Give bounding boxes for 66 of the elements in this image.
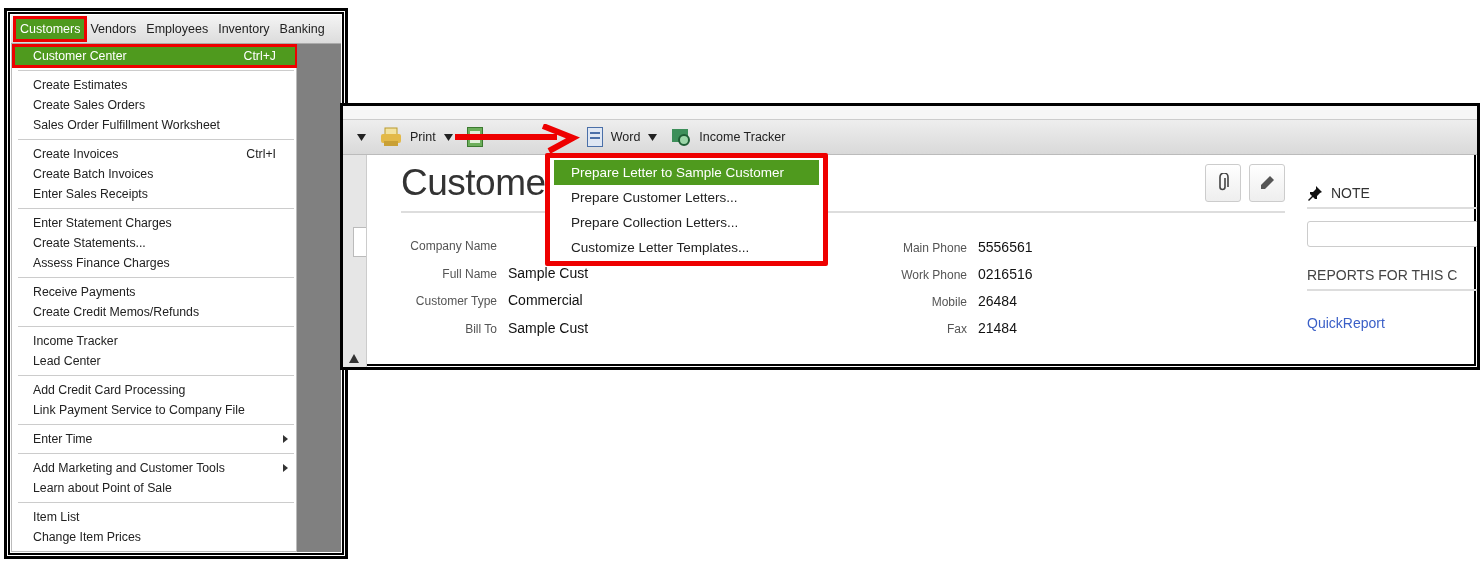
document-icon	[586, 127, 603, 147]
toolbar-button[interactable]: Income Tracker	[671, 127, 786, 147]
menu-bar-item[interactable]: Vendors	[85, 18, 142, 40]
note-heading: NOTE	[1331, 185, 1370, 201]
pin-icon	[1307, 185, 1323, 201]
scroll-up-icon[interactable]	[349, 354, 359, 363]
field-label: Mobile	[930, 295, 967, 309]
pencil-icon	[1258, 174, 1276, 192]
field-label: Bill To	[464, 321, 497, 336]
menu-bar-item[interactable]: Banking	[274, 18, 330, 40]
menu-item[interactable]: Add Credit Card Processing	[14, 380, 296, 400]
menu-item[interactable]: Income Tracker	[14, 331, 296, 351]
menu-item[interactable]: Customize Letter Templates...	[554, 235, 819, 260]
field-value: Commercial	[508, 292, 584, 308]
menu-item[interactable]: Customer Center Ctrl+J	[14, 46, 296, 66]
printer-icon	[380, 127, 402, 147]
menu-item[interactable]: Enter Sales Receipts	[14, 184, 296, 204]
attach-button[interactable]	[1205, 164, 1241, 202]
note-field[interactable]	[1307, 221, 1477, 247]
menu-item[interactable]: Enter Time	[14, 429, 296, 449]
menu-item[interactable]: Item List	[14, 507, 296, 527]
reports-heading: REPORTS FOR THIS C	[1307, 267, 1477, 291]
field-label: Main Phone	[901, 241, 967, 255]
toolbar-button[interactable]: Word	[586, 127, 658, 147]
menu-item[interactable]: Learn about Point of Sale	[14, 478, 296, 498]
menu-item[interactable]: Prepare Customer Letters...	[554, 185, 819, 210]
dropdown-caret-icon[interactable]	[648, 133, 658, 141]
dropdown-caret-icon[interactable]	[443, 133, 453, 141]
toolbar-button[interactable]: Print	[380, 127, 453, 147]
menu-item[interactable]: Receive Payments	[14, 282, 296, 302]
menu-bar-item[interactable]: Inventory	[213, 18, 275, 40]
menu-item[interactable]: Create Batch Invoices	[14, 164, 296, 184]
dropdown-caret-icon[interactable]	[357, 133, 366, 141]
menu-item[interactable]: Create Statements...	[14, 233, 296, 253]
field-value: 21484	[978, 320, 1018, 336]
menu-item[interactable]: Create Sales Orders	[14, 95, 296, 115]
menu-item[interactable]: Link Payment Service to Company File	[14, 400, 296, 420]
field-value: Sample Cust	[508, 264, 590, 281]
report-link[interactable]: QuickReport	[1307, 315, 1385, 331]
field-value: Sample Cust	[508, 319, 590, 336]
menu-item[interactable]: Lead Center	[14, 351, 296, 371]
menu-item[interactable]: Create Credit Memos/Refunds	[14, 302, 296, 322]
menu-bar-item[interactable]: Employees	[141, 18, 214, 40]
field-value: 26484	[978, 293, 1018, 309]
field-label: Fax	[946, 322, 967, 336]
chart-icon	[671, 127, 692, 147]
paperclip-icon	[1217, 173, 1229, 193]
customer-title: Custome	[401, 162, 546, 204]
menu-item[interactable]: Create Invoices Ctrl+I	[14, 144, 296, 164]
edit-button[interactable]	[1249, 164, 1285, 202]
menu-item[interactable]: Prepare Letter to Sample Customer	[554, 160, 819, 185]
menu-item[interactable]: Add Marketing and Customer Tools	[14, 458, 296, 478]
field-label: Customer Type	[414, 294, 497, 308]
menu-bar-item[interactable]: Customers	[15, 18, 86, 40]
menu-item[interactable]: Create Estimates	[14, 75, 296, 95]
menu-item[interactable]: Enter Statement Charges	[14, 213, 296, 233]
field-label: Work Phone	[900, 268, 967, 282]
field-label: Company Name	[409, 239, 497, 253]
sidebar-field[interactable]	[353, 227, 366, 257]
field-value: 0216516	[978, 266, 1033, 282]
field-label: Full Name	[441, 266, 497, 281]
menu-item[interactable]: Change Item Prices	[14, 527, 296, 547]
field-value: 5556561	[978, 239, 1033, 255]
menu-item[interactable]: Assess Finance Charges	[14, 253, 296, 273]
menu-item[interactable]: Sales Order Fulfillment Worksheet	[14, 115, 296, 135]
menu-item[interactable]: Prepare Collection Letters...	[554, 210, 819, 235]
